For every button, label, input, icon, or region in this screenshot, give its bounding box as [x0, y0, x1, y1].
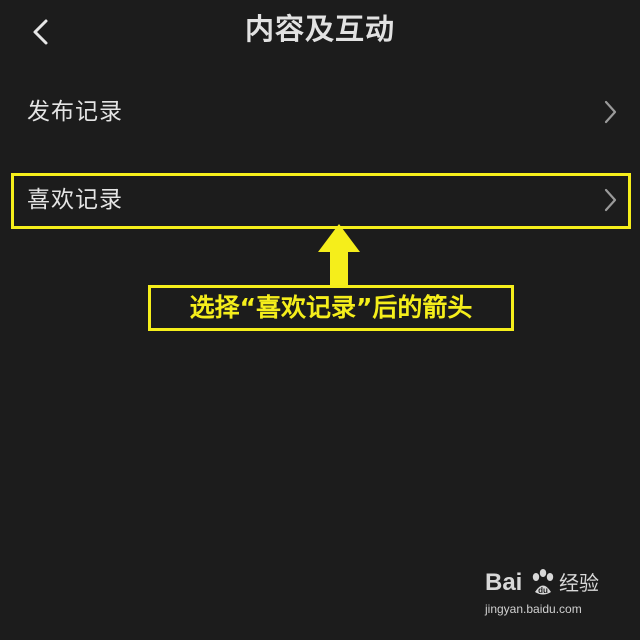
annotation-callout: 选择“喜欢记录”后的箭头 — [148, 285, 514, 331]
baidu-paw-icon: du — [532, 569, 554, 595]
up-arrow-icon — [318, 224, 360, 286]
list-item-like-records[interactable]: 喜欢记录 — [12, 174, 628, 226]
chevron-right-icon[interactable] — [602, 188, 618, 212]
watermark-brand-jingyan: 经验 — [559, 571, 599, 595]
chevron-right-icon[interactable] — [602, 100, 618, 124]
list-item-label: 喜欢记录 — [27, 187, 123, 213]
list-item-publish-records[interactable]: 发布记录 — [12, 86, 628, 138]
top-bar: 内容及互动 — [0, 0, 640, 60]
list-item-label: 发布记录 — [27, 99, 123, 125]
watermark-logo: Bai du 经验 — [485, 568, 610, 598]
baidu-jingyan-watermark: Bai du 经验 jingyan.baidu.com — [485, 568, 610, 620]
page-title: 内容及互动 — [244, 12, 395, 46]
watermark-brand-bai: Bai — [485, 569, 523, 596]
watermark-url: jingyan.baidu.com — [485, 602, 582, 616]
svg-text:du: du — [538, 586, 548, 595]
